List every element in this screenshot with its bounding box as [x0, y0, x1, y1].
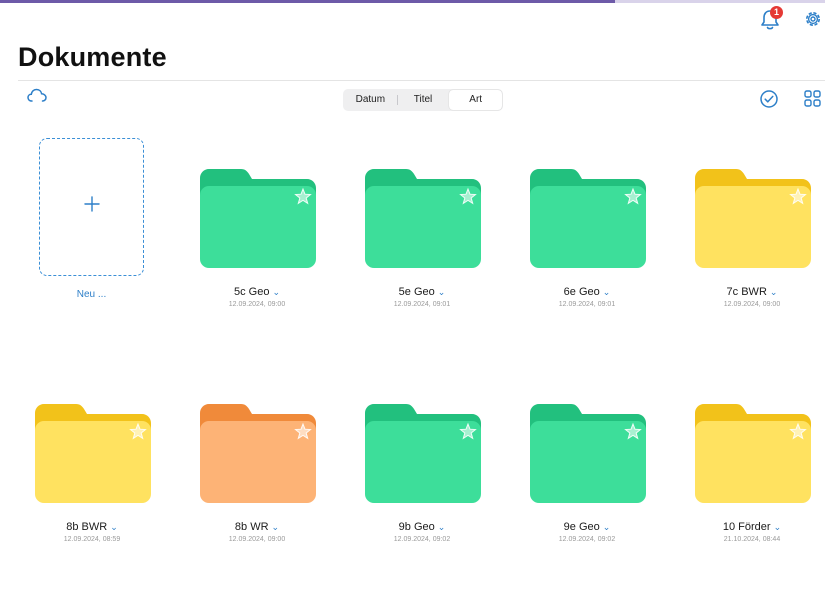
- folder-icon[interactable]: [529, 402, 647, 504]
- chevron-down-icon[interactable]: ⌄: [438, 287, 446, 297]
- folder-name[interactable]: 10 Förder ⌄: [672, 521, 825, 533]
- grid-icon: [804, 90, 821, 107]
- folder-name-label: 9b Geo: [398, 521, 435, 533]
- folder-date: 12.09.2024, 09:00: [228, 301, 286, 308]
- folder-name[interactable]: 5c Geo ⌄: [177, 286, 337, 298]
- folder-item[interactable]: 9b Geo ⌄ 12.09.2024, 09:02: [342, 402, 502, 562]
- chevron-down-icon[interactable]: ⌄: [774, 522, 782, 532]
- folder-name-label: 5c Geo: [233, 286, 270, 298]
- chevron-down-icon[interactable]: ⌄: [272, 287, 280, 297]
- plus-icon: [84, 196, 100, 212]
- folder-name[interactable]: 8b BWR ⌄: [12, 521, 172, 533]
- folder-name-label: 5e Geo: [398, 286, 435, 298]
- folder-icon[interactable]: [364, 402, 482, 504]
- grid-view-button[interactable]: [804, 90, 821, 107]
- notifications-button[interactable]: 1: [759, 6, 783, 32]
- settings-button[interactable]: [803, 9, 823, 29]
- chevron-down-icon[interactable]: ⌄: [438, 522, 446, 532]
- new-document-tile[interactable]: [39, 138, 144, 276]
- folder-name[interactable]: 5e Geo ⌄: [342, 286, 502, 298]
- sort-option-art[interactable]: Art: [449, 90, 503, 110]
- new-document-label[interactable]: Neu ...: [39, 289, 144, 300]
- top-accent-bar: [0, 0, 615, 3]
- select-button[interactable]: [759, 89, 779, 109]
- checkmark-circle-icon: [760, 90, 778, 108]
- folder-date: 12.09.2024, 09:01: [393, 301, 451, 308]
- folder-icon[interactable]: [694, 402, 812, 504]
- folder-icon[interactable]: [34, 402, 152, 504]
- folder-item[interactable]: 8b WR ⌄ 12.09.2024, 09:00: [177, 402, 337, 562]
- folder-name-label: 8b BWR: [66, 521, 108, 533]
- folder-name[interactable]: 6e Geo ⌄: [507, 286, 667, 298]
- sort-segmented-control: Datum Titel Art: [343, 89, 503, 111]
- folder-icon[interactable]: [199, 167, 317, 269]
- folder-name-label: 8b WR: [234, 521, 269, 533]
- cloud-icon: [27, 88, 47, 102]
- folder-date: 12.09.2024, 09:01: [558, 301, 616, 308]
- folder-name[interactable]: 9b Geo ⌄: [342, 521, 502, 533]
- folder-date: 12.09.2024, 09:02: [393, 536, 451, 543]
- chevron-down-icon[interactable]: ⌄: [272, 522, 280, 532]
- folder-item[interactable]: 10 Förder ⌄ 21.10.2024, 08:44: [672, 402, 825, 562]
- folder-item[interactable]: 6e Geo ⌄ 12.09.2024, 09:01: [507, 167, 667, 327]
- sort-option-titel[interactable]: Titel: [396, 90, 450, 110]
- title-divider: [18, 80, 825, 81]
- folder-date: 21.10.2024, 08:44: [723, 536, 781, 543]
- sort-option-datum[interactable]: Datum: [344, 90, 397, 110]
- gear-icon: [806, 12, 820, 26]
- top-accent-bar-right: [615, 0, 825, 3]
- chevron-down-icon[interactable]: ⌄: [603, 287, 611, 297]
- folder-item[interactable]: 7c BWR ⌄ 12.09.2024, 09:00: [672, 167, 825, 327]
- folder-icon[interactable]: [529, 167, 647, 269]
- folder-item[interactable]: 5e Geo ⌄ 12.09.2024, 09:01: [342, 167, 502, 327]
- folder-item[interactable]: 8b BWR ⌄ 12.09.2024, 08:59: [12, 402, 172, 562]
- chevron-down-icon[interactable]: ⌄: [110, 522, 118, 532]
- folder-date: 12.09.2024, 09:00: [723, 301, 781, 308]
- folder-name-label: 6e Geo: [563, 286, 600, 298]
- folder-name[interactable]: 7c BWR ⌄: [672, 286, 825, 298]
- cloud-sync-button[interactable]: [26, 86, 48, 106]
- folder-item[interactable]: 9e Geo ⌄ 12.09.2024, 09:02: [507, 402, 667, 562]
- folder-icon[interactable]: [199, 402, 317, 504]
- folder-name-label: 9e Geo: [563, 521, 600, 533]
- folder-item[interactable]: 5c Geo ⌄ 12.09.2024, 09:00: [177, 167, 337, 327]
- folder-name[interactable]: 9e Geo ⌄: [507, 521, 667, 533]
- folder-name[interactable]: 8b WR ⌄: [177, 521, 337, 533]
- folder-name-label: 10 Förder: [722, 521, 771, 533]
- folder-name-label: 7c BWR: [726, 286, 767, 298]
- chevron-down-icon[interactable]: ⌄: [770, 287, 778, 297]
- page-title: Dokumente: [18, 42, 167, 72]
- folder-icon[interactable]: [694, 167, 812, 269]
- folder-icon[interactable]: [364, 167, 482, 269]
- folder-date: 12.09.2024, 09:02: [558, 536, 616, 543]
- chevron-down-icon[interactable]: ⌄: [603, 522, 611, 532]
- notification-badge: 1: [770, 6, 783, 19]
- folder-date: 12.09.2024, 09:00: [228, 536, 286, 543]
- folder-date: 12.09.2024, 08:59: [63, 536, 121, 543]
